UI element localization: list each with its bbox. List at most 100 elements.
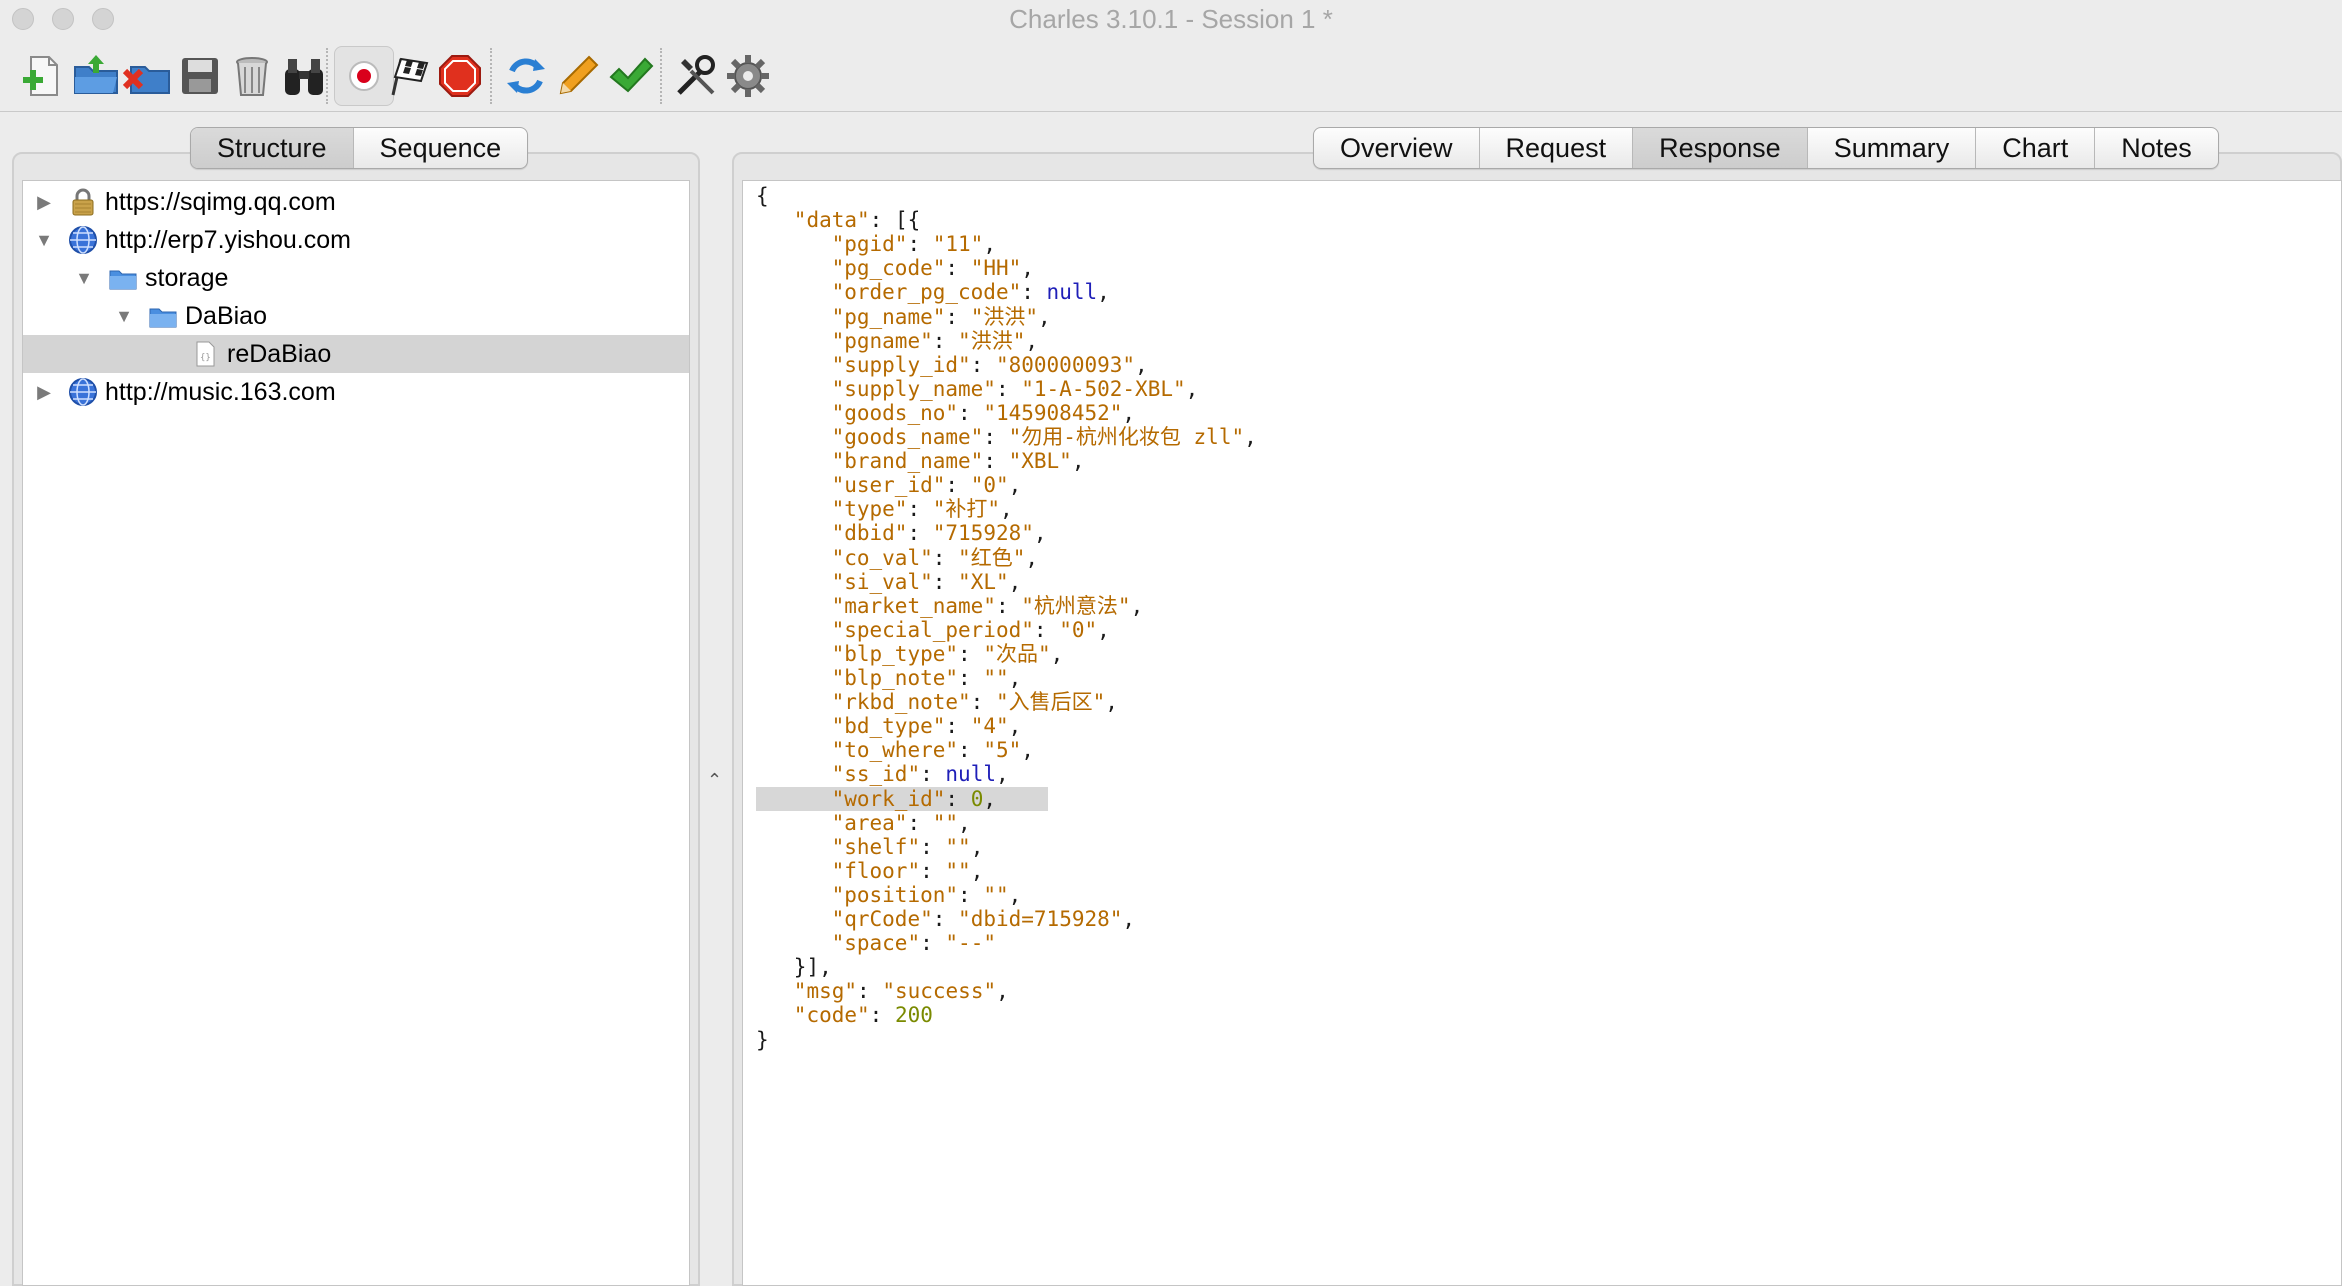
- disclosure-collapsed-icon[interactable]: ▶: [33, 381, 55, 403]
- json-value: "5": [983, 738, 1022, 763]
- json-punctuation: ,: [996, 979, 1009, 1004]
- tab-structure[interactable]: Structure: [191, 128, 354, 168]
- json-punctuation: ,: [1097, 280, 1110, 305]
- json-line: "si_val": "XL",: [832, 570, 1022, 594]
- json-value: "洪洪": [958, 328, 1026, 353]
- json-punctuation: :: [995, 593, 1022, 618]
- json-punctuation: ,: [1008, 714, 1022, 739]
- tab-overview[interactable]: Overview: [1314, 128, 1480, 168]
- tab-summary[interactable]: Summary: [1808, 128, 1977, 168]
- tree-item-folder[interactable]: ▼ storage: [23, 259, 689, 297]
- json-punctuation: ,: [1021, 738, 1034, 763]
- save-session-button[interactable]: [170, 46, 230, 106]
- json-value: "补打": [932, 497, 1001, 522]
- disclosure-expanded-icon[interactable]: ▼: [73, 267, 95, 289]
- json-punctuation: ,: [1033, 521, 1047, 546]
- tree-item-host[interactable]: ▶ https://sqimg.qq.com: [23, 183, 689, 221]
- json-value: "": [983, 666, 1009, 690]
- json-punctuation: : [{: [869, 208, 921, 233]
- toolbar-separator: [326, 48, 328, 104]
- json-value: "success": [882, 979, 997, 1004]
- clear-session-button[interactable]: [222, 46, 282, 106]
- json-punctuation: ,: [1037, 304, 1051, 329]
- json-punctuation: ,: [983, 786, 996, 811]
- json-punctuation: ,: [1122, 400, 1136, 425]
- json-punctuation: :: [920, 834, 946, 859]
- tree-item-host[interactable]: ▼ http://erp7.yishou.com: [23, 221, 689, 259]
- tab-sequence[interactable]: Sequence: [354, 128, 528, 168]
- settings-button[interactable]: [718, 46, 778, 106]
- validate-button[interactable]: [600, 46, 660, 106]
- edit-button[interactable]: [548, 46, 608, 106]
- json-line: }],: [794, 955, 832, 979]
- breakpoints-button[interactable]: [430, 46, 490, 106]
- new-session-button[interactable]: [14, 46, 74, 106]
- json-punctuation: :: [907, 810, 933, 835]
- toolbar-separator: [490, 48, 492, 104]
- json-line: "type": "补打",: [832, 497, 1013, 521]
- open-session-button[interactable]: [66, 46, 126, 106]
- json-punctuation: ,: [1050, 641, 1064, 666]
- json-line: "area": "",: [832, 811, 971, 835]
- json-punctuation: ,: [1008, 473, 1022, 498]
- json-value: "715928": [932, 521, 1034, 546]
- json-line: "co_val": "红色",: [832, 546, 1038, 570]
- tab-request[interactable]: Request: [1480, 128, 1634, 168]
- tree-item-request[interactable]: {} reDaBiao: [23, 335, 689, 373]
- json-value: "--": [945, 931, 996, 956]
- json-line: "brand_name": "XBL",: [832, 449, 1085, 473]
- json-key: "qrCode": [831, 907, 933, 931]
- json-punctuation: ,: [1244, 425, 1257, 449]
- json-key: "work_id": [831, 786, 946, 811]
- toolbar-separator: [660, 48, 662, 104]
- json-punctuation: :: [1021, 280, 1047, 305]
- json-value: "0": [1059, 617, 1098, 642]
- structure-tree: ▶ https://sqimg.qq.com ▼ http://erp7.yis…: [22, 180, 690, 1286]
- json-line: "rkbd_note": "入售后区",: [832, 690, 1118, 714]
- json-punctuation: :: [983, 449, 1009, 474]
- json-key: "special_period": [831, 617, 1034, 642]
- throttling-button[interactable]: [378, 46, 438, 106]
- json-punctuation: :: [958, 666, 984, 690]
- json-line: "blp_note": "",: [832, 666, 1022, 690]
- json-key: "data": [793, 208, 870, 233]
- left-view-tabs: Structure Sequence: [190, 127, 529, 169]
- json-punctuation: :: [907, 521, 933, 546]
- tools-button[interactable]: [666, 46, 726, 106]
- json-value: null: [945, 762, 996, 787]
- json-key: "supply_id": [831, 352, 971, 377]
- json-punctuation: ,: [1008, 882, 1022, 907]
- title-bar: Charles 3.10.1 - Session 1 *: [0, 0, 2342, 38]
- json-line: "code": 200: [794, 1003, 933, 1027]
- json-key: "pgname": [831, 328, 933, 353]
- disclosure-collapsed-icon[interactable]: ▶: [33, 191, 55, 213]
- json-punctuation: :: [907, 232, 933, 257]
- json-key: "si_val": [831, 569, 933, 594]
- tab-notes[interactable]: Notes: [2095, 128, 2218, 168]
- tree-item-folder[interactable]: ▼ DaBiao: [23, 297, 689, 335]
- disclosure-expanded-icon[interactable]: ▼: [113, 305, 135, 327]
- close-session-button[interactable]: [118, 46, 178, 106]
- json-line: }: [756, 1028, 769, 1052]
- json-key: "brand_name": [831, 449, 984, 474]
- find-button[interactable]: [274, 46, 334, 106]
- json-value: "800000093": [995, 352, 1136, 377]
- json-punctuation: ,: [1000, 497, 1013, 522]
- json-line: "special_period": "0",: [832, 618, 1110, 642]
- repeat-button[interactable]: [496, 46, 556, 106]
- pane-splitter[interactable]: [702, 150, 728, 1286]
- json-punctuation: :: [958, 882, 984, 907]
- tab-response[interactable]: Response: [1633, 128, 1808, 168]
- json-punctuation: :: [932, 328, 959, 353]
- splitter-handle-icon[interactable]: ⌃: [707, 770, 722, 791]
- json-line: "position": "",: [832, 883, 1022, 907]
- json-punctuation: :: [945, 786, 971, 811]
- disclosure-expanded-icon[interactable]: ▼: [33, 229, 55, 251]
- json-punctuation: ,: [1122, 907, 1136, 931]
- json-punctuation: :: [945, 256, 971, 281]
- json-value: "": [945, 858, 971, 883]
- tree-item-host[interactable]: ▶ http://music.163.com: [23, 373, 689, 411]
- tab-chart[interactable]: Chart: [1976, 128, 2096, 168]
- json-line: "pgname": "洪洪",: [832, 329, 1038, 353]
- json-key: "dbid": [831, 521, 908, 546]
